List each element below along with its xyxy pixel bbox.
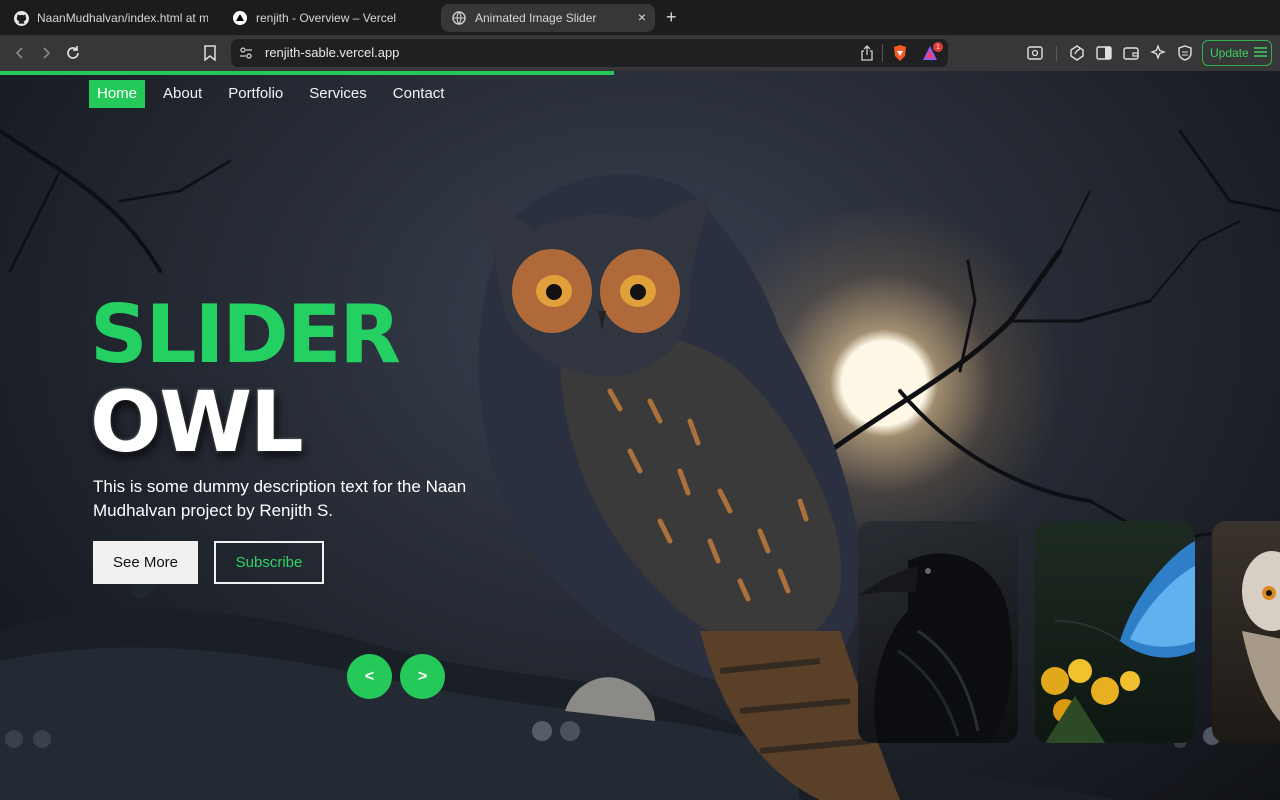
butterfly-image (1041, 541, 1195, 743)
slide-description: This is some dummy description text for … (93, 477, 467, 520)
site-settings-icon[interactable] (239, 46, 253, 65)
new-tab-button[interactable]: + (666, 7, 677, 27)
screenshot-icon[interactable] (1024, 42, 1046, 64)
menu-icon (1253, 46, 1267, 60)
update-label: Update (1210, 46, 1249, 60)
tab-animated-image-slider[interactable]: Animated Image Slider × (441, 4, 655, 32)
thumbnail-owl[interactable] (1212, 521, 1280, 743)
tab-github[interactable]: NaanMudhalvan/index.html at mair (8, 4, 208, 32)
ai-sparkle-icon[interactable] (1147, 42, 1169, 64)
nav-about[interactable]: About (155, 80, 210, 108)
tab-title: Animated Image Slider (475, 11, 597, 25)
close-tab-icon[interactable]: × (638, 9, 646, 25)
tab-vercel[interactable]: renjith - Overview – Vercel (227, 4, 432, 32)
brave-shields-icon[interactable] (891, 44, 909, 67)
nav-home[interactable]: Home (89, 80, 146, 108)
github-icon (13, 10, 29, 26)
url-text[interactable]: renjith-sable.vercel.app (265, 45, 399, 60)
vercel-icon (232, 10, 248, 26)
update-button[interactable]: Update (1202, 40, 1272, 66)
reload-button[interactable] (62, 42, 84, 64)
leo-icon[interactable] (1066, 42, 1088, 64)
bookmark-icon[interactable] (199, 42, 221, 64)
see-more-button[interactable]: See More (93, 541, 198, 584)
crow-image (858, 553, 1012, 743)
wallet-icon[interactable] (1120, 42, 1142, 64)
toolbar-divider (1056, 46, 1057, 61)
tab-title: NaanMudhalvan/index.html at mair (37, 11, 208, 25)
forward-button[interactable] (35, 42, 57, 64)
sidebar-icon[interactable] (1093, 42, 1115, 64)
slide-title: SLIDER (90, 288, 401, 381)
subscribe-button[interactable]: Subscribe (214, 541, 324, 584)
thumbnail-crow[interactable] (858, 521, 1018, 743)
slider-page: Home About Portfolio Services Contact SL… (0, 71, 1280, 800)
nav-services[interactable]: Services (301, 80, 375, 108)
toolbar-divider (882, 44, 883, 62)
owl-thumbnail-image (1242, 551, 1280, 722)
share-icon[interactable] (860, 45, 874, 66)
prev-slide-button[interactable]: < (347, 654, 392, 699)
address-bar[interactable]: renjith-sable.vercel.app 1 (231, 39, 948, 67)
browser-toolbar: renjith-sable.vercel.app 1 Update (0, 35, 1280, 71)
slide-progress-bar (0, 71, 615, 75)
top-nav: Home About Portfolio Services Contact (89, 80, 462, 108)
thumbnail-butterfly[interactable] (1035, 521, 1195, 743)
back-button[interactable] (9, 42, 31, 64)
tab-title: renjith - Overview – Vercel (256, 11, 397, 25)
rewards-badge: 1 (933, 42, 943, 52)
globe-icon (451, 10, 467, 26)
next-slide-button[interactable]: > (400, 654, 445, 699)
slide-subtitle: OWL (90, 373, 304, 471)
nav-portfolio[interactable]: Portfolio (220, 80, 291, 108)
vpn-shield-icon[interactable] (1174, 42, 1196, 64)
browser-tab-strip: NaanMudhalvan/index.html at mair renjith… (0, 0, 1280, 35)
nav-contact[interactable]: Contact (385, 80, 453, 108)
